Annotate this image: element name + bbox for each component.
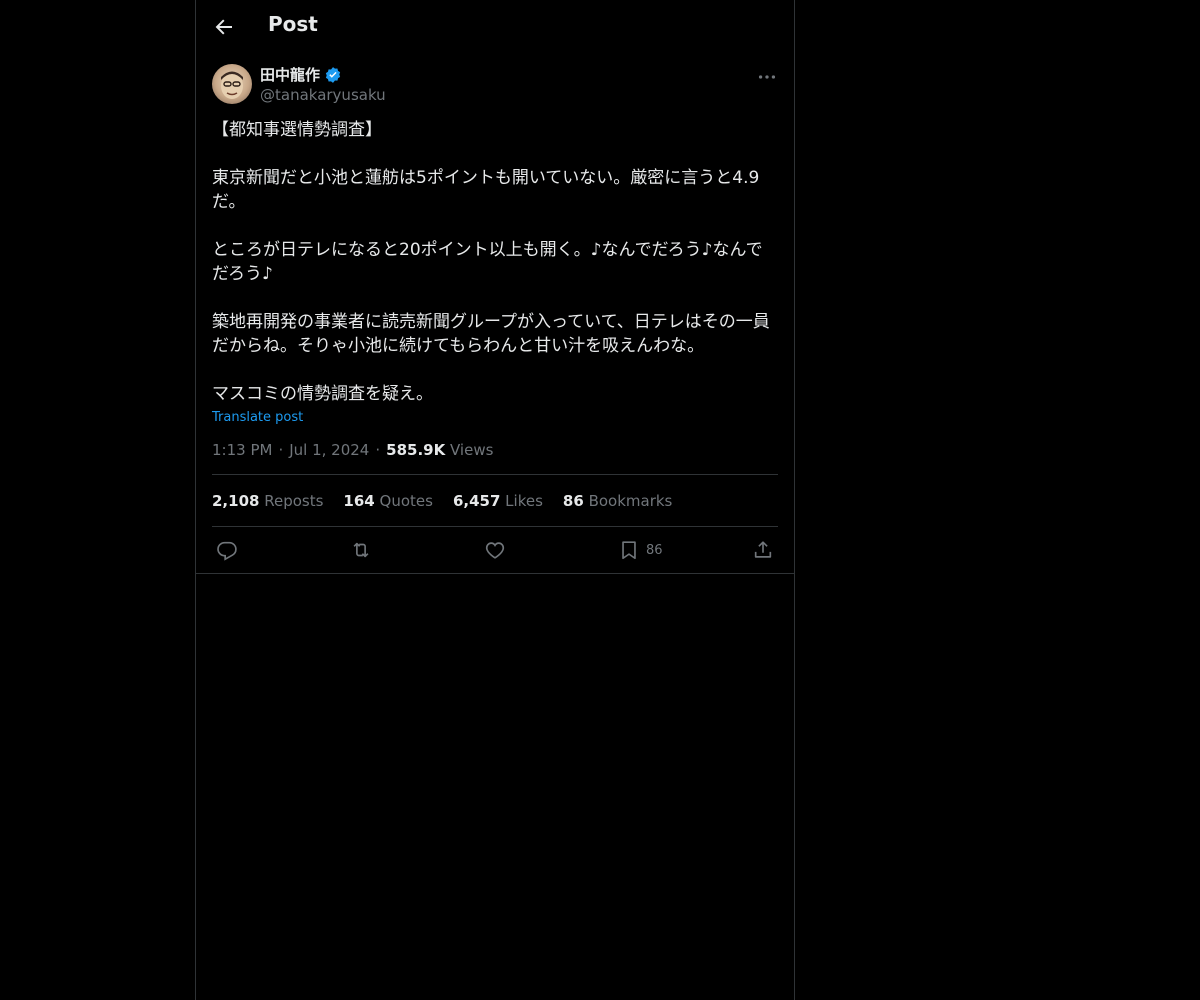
post-date[interactable]: Jul 1, 2024 — [289, 441, 369, 459]
repost-icon — [353, 542, 369, 558]
post-time[interactable]: 1:13 PM — [212, 441, 272, 459]
separator-dot: · — [278, 441, 284, 459]
avatar[interactable] — [212, 64, 252, 104]
page-title: Post — [268, 12, 318, 36]
quotes-label: Quotes — [379, 492, 433, 510]
post-author: 田中龍作 @tanakaryusaku — [196, 54, 794, 110]
likes-count: 6,457 — [452, 492, 501, 510]
separator-dot: · — [375, 441, 381, 459]
reply-button[interactable] — [216, 539, 238, 561]
name-row: 田中龍作 — [260, 64, 342, 85]
page-header: Post — [196, 0, 794, 54]
quotes-stat[interactable]: 164 Quotes — [343, 492, 433, 510]
translate-post-link[interactable]: Translate post — [196, 408, 319, 425]
reply-icon — [217, 541, 237, 561]
bookmarks-count: 86 — [562, 492, 584, 510]
back-arrow-icon[interactable] — [212, 15, 236, 39]
likes-stat[interactable]: 6,457 Likes — [453, 492, 543, 510]
post-text: 【都知事選情勢調査】 東京新聞だと小池と蓮舫は5ポイントも開いていない。厳密に言… — [212, 120, 770, 404]
share-icon — [754, 541, 772, 558]
likes-label: Likes — [505, 492, 543, 510]
post-column: Post 田中龍作 @tanakaryusaku 【都知事選情勢調査】 東京新聞… — [195, 0, 795, 1000]
like-button[interactable] — [484, 539, 506, 561]
quotes-count: 164 — [343, 492, 375, 510]
bookmarks-stat[interactable]: 86 Bookmarks — [563, 492, 672, 510]
verified-badge-icon — [325, 66, 341, 83]
share-button[interactable] — [752, 539, 774, 561]
reposts-count: 2,108 — [212, 492, 260, 510]
bookmarks-label: Bookmarks — [588, 492, 673, 510]
bookmark-count: 86 — [646, 542, 663, 558]
more-icon[interactable] — [756, 66, 778, 88]
reposts-stat[interactable]: 2,108 Reposts — [212, 492, 323, 510]
views-label: Views — [450, 441, 494, 459]
author-handle[interactable]: @tanakaryusaku — [260, 86, 386, 104]
views: 585.9K Views — [386, 441, 493, 459]
bookmark-icon — [622, 541, 636, 560]
action-bar: 86 — [196, 527, 794, 574]
like-icon — [485, 542, 505, 559]
bookmark-button[interactable]: 86 — [618, 539, 663, 561]
views-count: 585.9K — [386, 441, 446, 459]
post-stats: 2,108 Reposts 164 Quotes 6,457 Likes 86 … — [196, 475, 794, 526]
repost-button[interactable] — [350, 539, 372, 561]
author-display-name[interactable]: 田中龍作 — [260, 64, 320, 85]
reposts-label: Reposts — [264, 492, 324, 510]
post-meta: 1:13 PM · Jul 1, 2024 · 585.9K Views — [196, 425, 794, 474]
